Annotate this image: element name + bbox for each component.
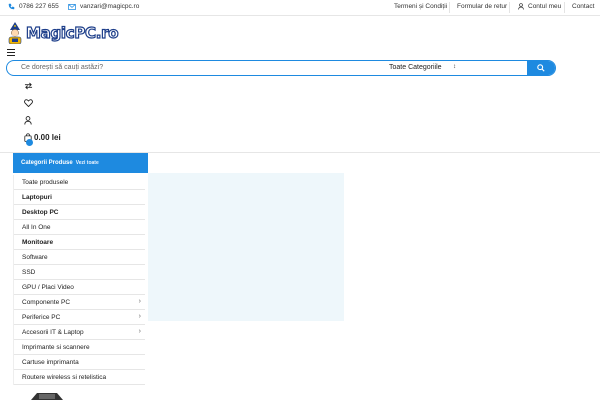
email-address: vanzari@magicpc.ro (80, 3, 140, 10)
category-label: Accesorii IT & Laptop (22, 328, 84, 336)
chevron-right-icon: › (138, 298, 141, 305)
select-arrows-icon: ↕ (453, 64, 456, 70)
category-label: Imprimante si scannere (22, 343, 90, 351)
compare-icon[interactable] (22, 80, 34, 92)
view-all-link[interactable]: Vezi toate (76, 160, 99, 166)
category-list: Toate produsele Laptopuri Desktop PC All… (13, 175, 145, 385)
link-contact[interactable]: Contact (572, 3, 594, 10)
categories-header: Categorii Produse Vezi toate (13, 153, 148, 173)
category-label: Software (22, 253, 48, 261)
link-return-form[interactable]: Formular de retur (457, 3, 507, 10)
category-label: Componente PC (22, 298, 71, 306)
category-select[interactable]: Toate Categoriile (389, 64, 442, 71)
category-label: Periferice PC (22, 313, 61, 321)
category-label: All In One (22, 223, 51, 231)
category-label: Routere wireless si retelistica (22, 373, 107, 381)
link-my-account[interactable]: Contul meu (518, 3, 561, 10)
email-icon (68, 3, 76, 10)
chevron-right-icon: › (138, 313, 141, 320)
category-label: Desktop PC (22, 208, 59, 216)
menu-hamburger-icon[interactable] (7, 49, 15, 57)
link-terms[interactable]: Termeni și Condiții (394, 3, 447, 10)
user-icon (518, 3, 524, 10)
category-item-all-in-one[interactable]: All In One (14, 220, 145, 235)
search-button[interactable] (527, 61, 555, 75)
category-label: Toate produsele (22, 178, 69, 186)
category-label: Laptopuri (22, 193, 52, 201)
category-item-desktop-pc[interactable]: Desktop PC (14, 205, 145, 220)
site-logo[interactable]: MagicPC.ro (6, 22, 119, 44)
category-item-all-products[interactable]: Toate produsele (14, 175, 145, 190)
topbar-divider (509, 2, 510, 13)
category-item-accessories[interactable]: Accesorii IT & Laptop › (14, 325, 145, 340)
category-item-cartridges[interactable]: Cartuse imprimanta (14, 355, 145, 370)
phone-icon (8, 3, 15, 10)
topbar-divider (449, 2, 450, 13)
category-item-peripherals[interactable]: Periferice PC › (14, 310, 145, 325)
topbar-divider (564, 2, 565, 13)
search-input[interactable]: Ce dorești să cauți astăzi? (21, 64, 103, 71)
category-label: Monitoare (22, 238, 54, 246)
categories-title: Categorii Produse (21, 160, 73, 166)
cart-count-badge (26, 139, 33, 146)
my-account-label: Contul meu (528, 3, 562, 10)
search-bar: Ce dorești să cauți astăzi? Toate Catego… (6, 60, 556, 76)
product-thumbnail[interactable] (27, 390, 67, 400)
phone-link[interactable]: 0786 227 655 (8, 3, 59, 10)
wishlist-heart-icon[interactable] (22, 97, 34, 109)
top-bar: 0786 227 655 vanzari@magicpc.ro Termeni … (0, 0, 600, 16)
category-item-monitors[interactable]: Monitoare (14, 235, 145, 250)
cart-total[interactable]: 0.00 lei (34, 133, 61, 142)
account-user-icon[interactable] (22, 114, 34, 126)
category-label: Cartuse imprimanta (22, 358, 79, 366)
logo-text: MagicPC.ro (25, 23, 119, 42)
category-item-pc-components[interactable]: Componente PC › (14, 295, 145, 310)
phone-number: 0786 227 655 (19, 3, 59, 10)
category-item-printers[interactable]: Imprimante si scannere (14, 340, 145, 355)
category-label: GPU / Placi Video (22, 283, 74, 291)
email-link[interactable]: vanzari@magicpc.ro (68, 3, 139, 10)
category-label: SSD (22, 268, 36, 276)
category-item-gpu[interactable]: GPU / Placi Video (14, 280, 145, 295)
wizard-mascot-icon (8, 22, 22, 44)
category-item-routers[interactable]: Routere wireless si retelistica (14, 370, 145, 385)
hero-banner[interactable] (148, 173, 344, 321)
category-item-ssd[interactable]: SSD (14, 265, 145, 280)
category-item-software[interactable]: Software (14, 250, 145, 265)
search-icon (537, 64, 545, 72)
category-item-laptops[interactable]: Laptopuri (14, 190, 145, 205)
chevron-right-icon: › (138, 328, 141, 335)
